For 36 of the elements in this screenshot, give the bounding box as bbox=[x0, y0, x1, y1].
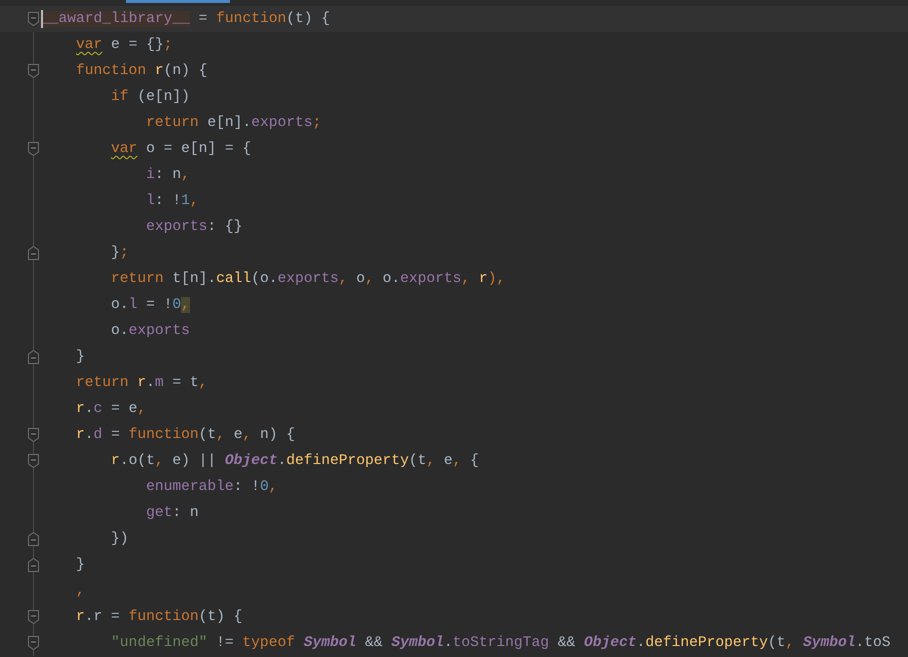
code-line: o.exports bbox=[110, 322, 190, 341]
fold-marker-icon[interactable] bbox=[28, 428, 39, 442]
fold-marker-icon[interactable] bbox=[28, 558, 39, 572]
code-line: get: n bbox=[145, 504, 199, 523]
code-line: r.c = e, bbox=[75, 400, 146, 419]
code-line: } bbox=[75, 556, 85, 575]
code-line: o.l = !0, bbox=[110, 296, 190, 315]
code-line: l: !1, bbox=[145, 192, 199, 211]
code-line: } bbox=[75, 348, 85, 367]
code-line: var e = {}; bbox=[75, 36, 172, 55]
code-line: return t[n].call(o.exports, o, o.exports, r), bbox=[110, 270, 506, 289]
code-line: var o = e[n] = { bbox=[110, 140, 252, 159]
code-line: "undefined" != typeof Symbol && Symbol.toStringTag && Object.defineProperty(t, Symbol.toS bbox=[110, 634, 891, 653]
code-line: r.o(t, e) || Object.defineProperty(t, e, { bbox=[110, 452, 479, 471]
code-line: function r(n) { bbox=[75, 62, 208, 81]
fold-marker-icon[interactable] bbox=[28, 454, 39, 468]
code-line: }) bbox=[110, 530, 129, 549]
code-line: i: n, bbox=[145, 166, 190, 185]
code-line: r.d = function(t, e, n) { bbox=[75, 426, 295, 445]
code-line: if (e[n]) bbox=[110, 88, 190, 107]
fold-marker-icon[interactable] bbox=[28, 246, 39, 260]
fold-marker-icon[interactable] bbox=[28, 636, 39, 650]
code-line: return r.m = t, bbox=[75, 374, 208, 393]
code-line: }; bbox=[110, 244, 129, 263]
fold-marker-icon[interactable] bbox=[28, 610, 39, 624]
code-line: __award_library__ = function(t) { bbox=[41, 9, 330, 30]
code-line: r.r = function(t) { bbox=[75, 608, 242, 627]
fold-marker-icon[interactable] bbox=[28, 350, 39, 364]
fold-marker-icon[interactable] bbox=[28, 142, 39, 156]
code-line: , bbox=[75, 582, 85, 601]
code-line: exports: {} bbox=[145, 218, 242, 237]
fold-marker-icon[interactable] bbox=[28, 532, 39, 546]
fold-marker-icon[interactable] bbox=[28, 12, 39, 26]
code-line: enumerable: !0, bbox=[145, 478, 278, 497]
code-line: return e[n].exports; bbox=[145, 114, 322, 133]
fold-marker-icon[interactable] bbox=[28, 64, 39, 78]
